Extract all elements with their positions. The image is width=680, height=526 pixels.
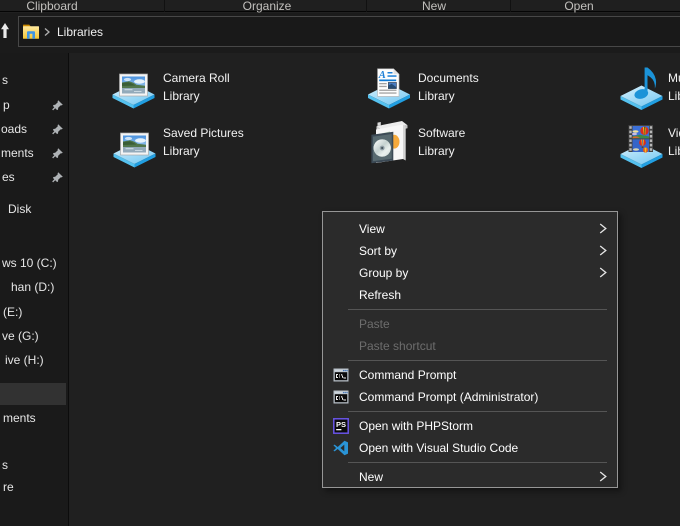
- svg-text:A: A: [378, 70, 386, 81]
- svg-text:PS: PS: [336, 420, 346, 429]
